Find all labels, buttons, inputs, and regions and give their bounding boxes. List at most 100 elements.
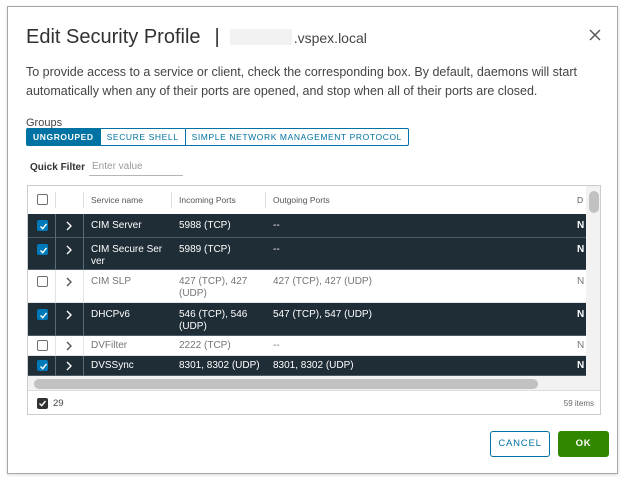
services-datagrid: Service name Incoming Ports Outgoing Por… [27, 185, 601, 415]
outgoing-ports-cell: 427 (TCP), 427 (UDP) [273, 276, 372, 287]
expand-row-button[interactable] [64, 360, 74, 372]
chevron-right-icon [66, 341, 72, 351]
chevron-right-icon [66, 277, 72, 287]
total-items-count: 59 items [563, 399, 594, 408]
service-name-cell: DVSSync [91, 360, 134, 371]
vertical-scrollbar-thumb[interactable] [589, 191, 599, 213]
row-divider [83, 336, 84, 356]
checkmark-icon [40, 312, 48, 319]
incoming-ports-cell: 2222 (TCP) [179, 340, 231, 351]
row-checkbox[interactable] [37, 244, 48, 255]
outgoing-ports-cell: -- [273, 244, 280, 255]
service-name-cell: CIM Secure Ser ver [91, 244, 163, 267]
quick-filter-input[interactable] [89, 157, 183, 176]
tab-snmp[interactable]: SIMPLE NETWORK MANAGEMENT PROTOCOL [186, 129, 408, 145]
title-separator: | [214, 25, 220, 48]
daemon-cell: N [577, 220, 585, 231]
checkmark-icon [40, 247, 48, 254]
grid-footer: 29 59 items [28, 390, 600, 414]
row-checkbox[interactable] [37, 220, 48, 231]
column-header-outgoing-ports[interactable]: Outgoing Ports [273, 186, 330, 214]
row-checkbox[interactable] [37, 360, 48, 371]
expand-row-button[interactable] [64, 340, 74, 352]
daemon-cell: N [577, 309, 585, 320]
row-divider [55, 336, 56, 356]
select-all-checkbox[interactable] [37, 194, 48, 205]
daemon-cell: N [577, 276, 585, 287]
grid-header: Service name Incoming Ports Outgoing Por… [28, 186, 586, 215]
header-divider [171, 192, 172, 208]
dialog-title-row: Edit Security Profile | .vspex.local [26, 24, 367, 50]
incoming-ports-cell: 427 (TCP), 427 (UDP) [179, 276, 248, 299]
service-name-cell: CIM SLP [91, 276, 132, 287]
column-header-service-name[interactable]: Service name [91, 186, 143, 214]
chevron-right-icon [66, 245, 72, 255]
outgoing-ports-cell: 8301, 8302 (UDP) [273, 360, 354, 371]
quick-filter-label: Quick Filter [30, 162, 86, 173]
close-icon [589, 29, 601, 41]
row-divider [55, 356, 56, 376]
row-divider [55, 214, 56, 238]
incoming-ports-cell: 5989 (TCP) [179, 244, 231, 255]
selected-count: 29 [53, 398, 64, 409]
chevron-right-icon [66, 221, 72, 231]
checkmark-icon [40, 223, 48, 230]
edit-security-profile-dialog: Edit Security Profile | .vspex.local To … [7, 6, 618, 474]
redacted-host-name [229, 29, 292, 45]
host-domain: .vspex.local [293, 30, 367, 46]
row-divider [55, 303, 56, 336]
groups-tab-bar: UNGROUPED SECURE SHELL SIMPLE NETWORK MA… [26, 128, 409, 146]
selection-toggle-checkbox[interactable] [37, 398, 48, 409]
expand-row-button[interactable] [64, 220, 74, 232]
row-divider [83, 303, 84, 336]
header-divider [55, 192, 56, 208]
column-header-incoming-ports[interactable]: Incoming Ports [179, 186, 236, 214]
outgoing-ports-cell: 547 (TCP), 547 (UDP) [273, 309, 372, 320]
horizontal-scrollbar-thumb[interactable] [34, 379, 538, 389]
row-divider [83, 238, 84, 270]
expand-row-button[interactable] [64, 309, 74, 321]
row-divider [55, 238, 56, 270]
table-row[interactable]: DVFilter 2222 (TCP) -- N [28, 336, 586, 356]
incoming-ports-cell: 546 (TCP), 546 (UDP) [179, 309, 248, 332]
incoming-ports-cell: 5988 (TCP) [179, 220, 231, 231]
incoming-ports-cell: 8301, 8302 (UDP) [179, 360, 260, 371]
service-name-cell: DVFilter [91, 340, 128, 351]
header-divider [83, 192, 84, 208]
table-row[interactable]: CIM SLP 427 (TCP), 427 (UDP) 427 (TCP), … [28, 270, 586, 303]
tab-secure-shell[interactable]: SECURE SHELL [101, 129, 186, 145]
row-divider [83, 270, 84, 303]
vertical-scrollbar[interactable] [586, 186, 600, 376]
cancel-button[interactable]: CANCEL [490, 431, 550, 457]
row-checkbox[interactable] [37, 309, 48, 320]
checkmark-icon [40, 363, 48, 370]
daemon-cell: N [577, 340, 585, 351]
row-checkbox[interactable] [37, 340, 48, 351]
row-divider [83, 356, 84, 376]
table-row[interactable]: CIM Server 5988 (TCP) -- N [28, 214, 586, 238]
dialog-description: To provide access to a service or client… [26, 65, 577, 98]
checkmark-icon [39, 400, 47, 407]
ok-button[interactable]: OK [558, 431, 609, 457]
outgoing-ports-cell: -- [273, 220, 280, 231]
chevron-right-icon [66, 310, 72, 320]
dialog-title: Edit Security Profile [26, 25, 201, 48]
service-name-cell: DHCPv6 [91, 309, 130, 320]
table-row[interactable]: CIM Secure Ser ver 5989 (TCP) -- N [28, 238, 586, 270]
header-divider [265, 192, 266, 208]
row-checkbox[interactable] [37, 276, 48, 287]
expand-row-button[interactable] [64, 276, 74, 288]
outgoing-ports-cell: -- [273, 340, 280, 351]
table-row[interactable]: DHCPv6 546 (TCP), 546 (UDP) 547 (TCP), 5… [28, 303, 586, 336]
row-divider [55, 270, 56, 303]
chevron-right-icon [66, 361, 72, 371]
daemon-cell: N [577, 360, 585, 371]
table-row[interactable]: DVSSync 8301, 8302 (UDP) 8301, 8302 (UDP… [28, 356, 586, 376]
close-button[interactable] [587, 27, 603, 43]
row-divider [83, 214, 84, 238]
column-header-daemon[interactable]: D [577, 186, 583, 214]
tab-ungrouped[interactable]: UNGROUPED [27, 129, 101, 145]
expand-row-button[interactable] [64, 244, 74, 256]
daemon-cell: N [577, 244, 585, 255]
service-name-cell: CIM Server [91, 220, 142, 231]
